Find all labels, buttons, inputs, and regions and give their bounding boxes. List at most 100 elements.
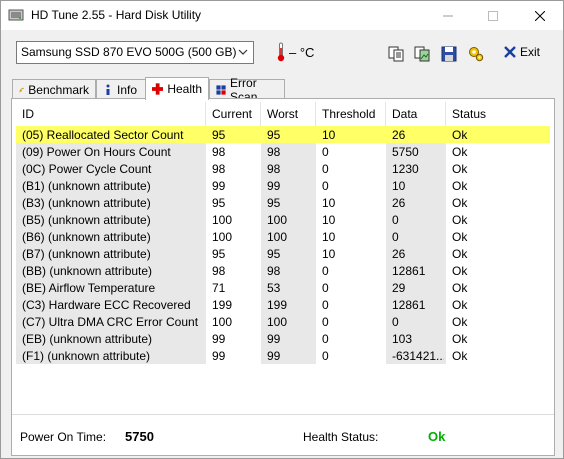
cell-id: (BE) Airflow Temperature (22, 281, 156, 295)
tab-error-scan[interactable]: Error Scan (209, 76, 285, 104)
status-footer: Power On Time: 5750 Health Status: Ok (12, 414, 554, 455)
table-row[interactable]: (B5) (unknown attribute) 100 100 10 0 Ok (16, 211, 550, 228)
table-row[interactable]: (BB) (unknown attribute) 98 98 0 12861 Ok (16, 262, 550, 279)
tab-label: Benchmark (28, 82, 89, 97)
health-status-value: Ok (428, 429, 446, 444)
cell-data: 26 (392, 247, 406, 261)
cell-current: 95 (212, 196, 226, 210)
cell-threshold: 0 (322, 179, 329, 193)
cell-threshold: 10 (322, 230, 336, 244)
benchmark-icon (19, 87, 24, 92)
cell-status: Ok (452, 281, 468, 295)
cell-id: (BB) (unknown attribute) (22, 264, 153, 278)
cell-current: 98 (212, 162, 226, 176)
cell-status: Ok (452, 179, 468, 193)
close-icon (534, 10, 545, 21)
cell-data: 29 (392, 281, 406, 295)
cell-data: 0 (392, 213, 399, 227)
power-on-time-value: 5750 (125, 429, 154, 444)
cell-id: (C7) Ultra DMA CRC Error Count (22, 315, 199, 329)
cell-current: 199 (212, 298, 233, 312)
column-header-current[interactable]: Current (206, 102, 261, 126)
cell-threshold: 10 (322, 128, 336, 142)
cell-data: -631421... (392, 349, 444, 363)
tab-health[interactable]: Health (145, 77, 209, 100)
table-row[interactable]: (B7) (unknown attribute) 95 95 10 26 Ok (16, 245, 550, 262)
cell-threshold: 0 (322, 264, 329, 278)
temperature-value: – °C (289, 44, 315, 60)
tab-info[interactable]: Info (96, 79, 146, 99)
title-bar: HD Tune 2.55 - Hard Disk Utility (1, 1, 563, 30)
cell-id: (F1) (unknown attribute) (22, 349, 151, 363)
cell-status: Ok (452, 247, 468, 261)
cell-data: 1230 (392, 162, 419, 176)
table-row[interactable]: (09) Power On Hours Count 98 98 0 5750 Ok (16, 143, 550, 160)
cell-data: 103 (392, 332, 413, 346)
cell-current: 100 (212, 230, 233, 244)
table-row[interactable]: (EB) (unknown attribute) 99 99 0 103 Ok (16, 330, 550, 347)
table-row[interactable]: (B6) (unknown attribute) 100 100 10 0 Ok (16, 228, 550, 245)
cell-id: (EB) (unknown attribute) (22, 332, 153, 346)
table-row[interactable]: (BE) Airflow Temperature 71 53 0 29 Ok (16, 279, 550, 296)
drive-select[interactable]: Samsung SSD 870 EVO 500G (500 GB) (16, 41, 254, 64)
exit-label: Exit (520, 45, 541, 59)
cell-worst: 199 (267, 298, 288, 312)
cell-worst: 98 (267, 162, 281, 176)
cell-worst: 99 (267, 332, 281, 346)
maximize-button[interactable] (470, 1, 515, 30)
cell-status: Ok (452, 145, 468, 159)
tab-label: Health (167, 82, 202, 96)
table-row[interactable]: (05) Reallocated Sector Count 95 95 10 26 Ok (16, 126, 550, 143)
table-row[interactable]: (C3) Hardware ECC Recovered 199 199 0 12861 O… (16, 296, 550, 313)
cell-worst: 99 (267, 349, 281, 363)
column-header-status[interactable]: Status (446, 102, 550, 126)
cell-current: 95 (212, 128, 226, 142)
cell-data: 0 (392, 315, 399, 329)
cell-data: 26 (392, 128, 406, 142)
options-icon[interactable] (467, 45, 485, 63)
table-row[interactable]: (C7) Ultra DMA CRC Error Count 100 100 0 0 Ok (16, 313, 550, 330)
column-header-data[interactable]: Data (386, 102, 446, 126)
cell-id: (B3) (unknown attribute) (22, 196, 151, 210)
column-header-threshold[interactable]: Threshold (316, 102, 386, 126)
thermometer-icon (277, 42, 285, 62)
maximize-icon (487, 10, 498, 21)
tab-benchmark[interactable]: Benchmark (12, 79, 96, 99)
cell-status: Ok (452, 230, 468, 244)
cell-status: Ok (452, 315, 468, 329)
cell-worst: 100 (267, 315, 288, 329)
table-row[interactable]: (B1) (unknown attribute) 99 99 0 10 Ok (16, 177, 550, 194)
cell-id: (C3) Hardware ECC Recovered (22, 298, 191, 312)
power-on-time-label: Power On Time: (20, 430, 107, 444)
copy-text-icon[interactable] (387, 45, 405, 63)
cell-data: 12861 (392, 264, 426, 278)
copy-screenshot-icon[interactable] (413, 45, 431, 63)
cell-current: 98 (212, 145, 226, 159)
cell-threshold: 10 (322, 247, 336, 261)
temperature-display: – °C (276, 42, 314, 62)
table-row[interactable]: (0C) Power Cycle Count 98 98 0 1230 Ok (16, 160, 550, 177)
cell-threshold: 10 (322, 196, 336, 210)
tab-label: Info (117, 82, 138, 97)
cell-threshold: 0 (322, 281, 329, 295)
table-row[interactable]: (B3) (unknown attribute) 95 95 10 26 Ok (16, 194, 550, 211)
close-button[interactable] (517, 1, 562, 30)
cell-status: Ok (452, 162, 468, 176)
cell-worst: 98 (267, 145, 281, 159)
cell-id: (B6) (unknown attribute) (22, 230, 151, 244)
exit-button[interactable]: Exit (504, 45, 540, 59)
cell-status: Ok (452, 264, 468, 278)
table-row[interactable]: (F1) (unknown attribute) 99 99 0 -631421... O… (16, 347, 550, 364)
cell-worst: 95 (267, 128, 281, 142)
save-icon[interactable] (440, 45, 458, 63)
health-cross-icon (152, 83, 164, 95)
cell-status: Ok (452, 298, 468, 312)
minimize-icon (442, 15, 453, 16)
info-icon (106, 84, 110, 95)
column-header-id[interactable]: ID (16, 102, 206, 126)
cell-threshold: 0 (322, 315, 329, 329)
minimize-button[interactable] (425, 1, 470, 30)
cell-data: 12861 (392, 298, 426, 312)
column-header-worst[interactable]: Worst (261, 102, 316, 126)
cell-current: 99 (212, 332, 226, 346)
